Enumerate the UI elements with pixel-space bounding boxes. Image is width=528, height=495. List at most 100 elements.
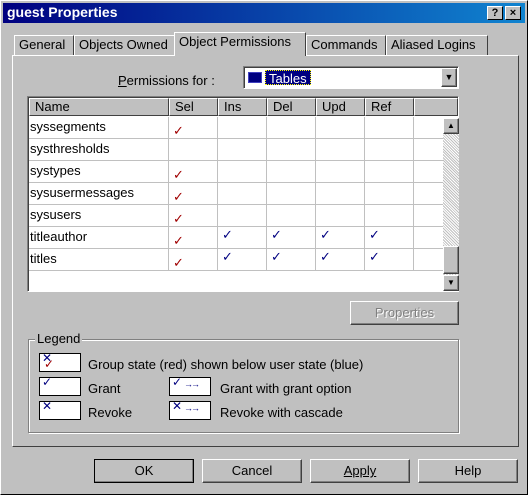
cell-ref[interactable]: ✓ [365,249,414,271]
cell-upd[interactable]: ✓ [316,249,365,271]
revoke-cascade-swatch: ✕ →→ [169,399,211,420]
cell-del[interactable] [267,139,316,161]
grant-check-icon: ✓ [369,249,380,264]
cell-upd[interactable]: ✓ [316,227,365,249]
cell-ref[interactable] [365,117,414,139]
cell-upd[interactable] [316,183,365,205]
cell-sel[interactable] [169,139,218,161]
grant-check-icon: ✓ [271,249,282,264]
cancel-button[interactable]: Cancel [202,459,302,483]
cell-upd[interactable] [316,161,365,183]
cell-name[interactable]: sysusers [29,205,169,227]
grant-check-icon: ✓ [222,227,233,242]
cell-ins[interactable]: ✓ [218,227,267,249]
cell-sel[interactable]: ✓ [169,183,218,205]
scroll-thumb[interactable] [443,246,459,274]
cell-ref[interactable] [365,205,414,227]
legend-revoke-cascade: Revoke with cascade [220,405,343,420]
ok-button[interactable]: OK [94,459,194,483]
table-row[interactable]: titleauthor ✓ ✓ ✓ ✓ ✓ [29,227,458,249]
column-header-sel[interactable]: Sel [169,98,218,116]
tab-commands[interactable]: Commands [306,35,386,55]
cell-del[interactable] [267,117,316,139]
double-arrow-icon: →→ [184,379,200,389]
scroll-up-icon[interactable]: ▲ [443,118,459,134]
column-header-name[interactable]: Name [29,98,169,116]
cell-ins[interactable] [218,117,267,139]
legend-revoke: Revoke [88,405,133,420]
cell-name[interactable]: systypes [29,161,169,183]
permissions-for-combo[interactable]: Tables ▼ [243,66,459,89]
tab-object-permissions[interactable]: Object Permissions [174,32,306,56]
apply-button[interactable]: Apply [310,459,410,483]
cell-del[interactable] [267,205,316,227]
cell-del[interactable]: ✓ [267,227,316,249]
grid-vertical-scrollbar[interactable]: ▲ ▼ [443,118,459,291]
scroll-down-icon[interactable]: ▼ [443,275,459,291]
cell-ref[interactable] [365,161,414,183]
cell-name[interactable]: systhresholds [29,139,169,161]
window-title: guest Properties [7,4,118,20]
cell-ref[interactable]: ✓ [365,227,414,249]
legend-title: Legend [35,331,83,346]
cell-ins[interactable] [218,183,267,205]
grant-check-icon: ✓ [271,227,282,242]
group-check-icon: ✓ [173,123,184,138]
cell-sel[interactable]: ✓ [169,205,218,227]
cell-del[interactable] [267,183,316,205]
grant-check-icon: ✓ [42,375,53,389]
legend-group-state: Group state (red) shown below user state… [88,357,364,372]
cell-ref[interactable] [365,183,414,205]
column-header-ref[interactable]: Ref [365,98,414,116]
tab-aliased-logins[interactable]: Aliased Logins [386,35,488,55]
title-bar: guest Properties ? × [3,3,525,23]
cell-name[interactable]: sysusermessages [29,183,169,205]
cell-del[interactable]: ✓ [267,249,316,271]
help-title-button[interactable]: ? [487,6,503,20]
column-header-del[interactable]: Del [267,98,316,116]
grant-option-swatch: ✓ →→ [169,375,211,396]
cell-ins[interactable] [218,139,267,161]
cell-ref[interactable] [365,139,414,161]
cell-upd[interactable] [316,139,365,161]
permissions-grid[interactable]: Name Sel Ins Del Upd Ref syssegments ✓ sys… [27,96,459,292]
table-row[interactable]: sysusermessages ✓ [29,183,458,205]
cell-sel[interactable]: ✓ [169,227,218,249]
cell-sel[interactable]: ✓ [169,161,218,183]
cell-upd[interactable] [316,117,365,139]
grant-check-icon: ✓ [320,249,331,264]
cell-ins[interactable]: ✓ [218,249,267,271]
table-row[interactable]: sysusers ✓ [29,205,458,227]
cell-upd[interactable] [316,205,365,227]
grant-check-icon: ✓ [172,375,183,389]
column-header-upd[interactable]: Upd [316,98,365,116]
cell-name[interactable]: titleauthor [29,227,169,249]
grant-swatch: ✓ [39,375,81,396]
tab-general[interactable]: General [14,35,74,55]
cell-name[interactable]: titles [29,249,169,271]
dropdown-arrow-icon[interactable]: ▼ [441,68,457,87]
group-check-icon: ✓ [173,233,184,248]
cell-sel[interactable]: ✓ [169,117,218,139]
cell-sel[interactable]: ✓ [169,249,218,271]
cell-ins[interactable] [218,205,267,227]
cell-ins[interactable] [218,161,267,183]
table-row[interactable]: systhresholds [29,139,458,161]
cell-name[interactable]: syssegments [29,117,169,139]
column-header-ins[interactable]: Ins [218,98,267,116]
table-row[interactable]: systypes ✓ [29,161,458,183]
table-icon [248,72,262,83]
table-row[interactable]: titles ✓ ✓ ✓ ✓ ✓ [29,249,458,271]
grant-check-icon: ✓ [222,249,233,264]
properties-window: guest Properties ? × General Objects Own… [0,0,528,495]
close-title-button[interactable]: × [505,6,521,20]
legend-grant: Grant [88,381,121,396]
table-row[interactable]: syssegments ✓ [29,117,458,139]
group-state-swatch: ✕ ✓ [39,351,81,372]
cell-del[interactable] [267,161,316,183]
revoke-swatch: ✕ [39,399,81,420]
properties-button[interactable]: Properties [350,301,459,325]
legend-grant-with-option: Grant with grant option [220,381,352,396]
tab-objects-owned[interactable]: Objects Owned [74,35,175,55]
help-button[interactable]: Help [418,459,518,483]
